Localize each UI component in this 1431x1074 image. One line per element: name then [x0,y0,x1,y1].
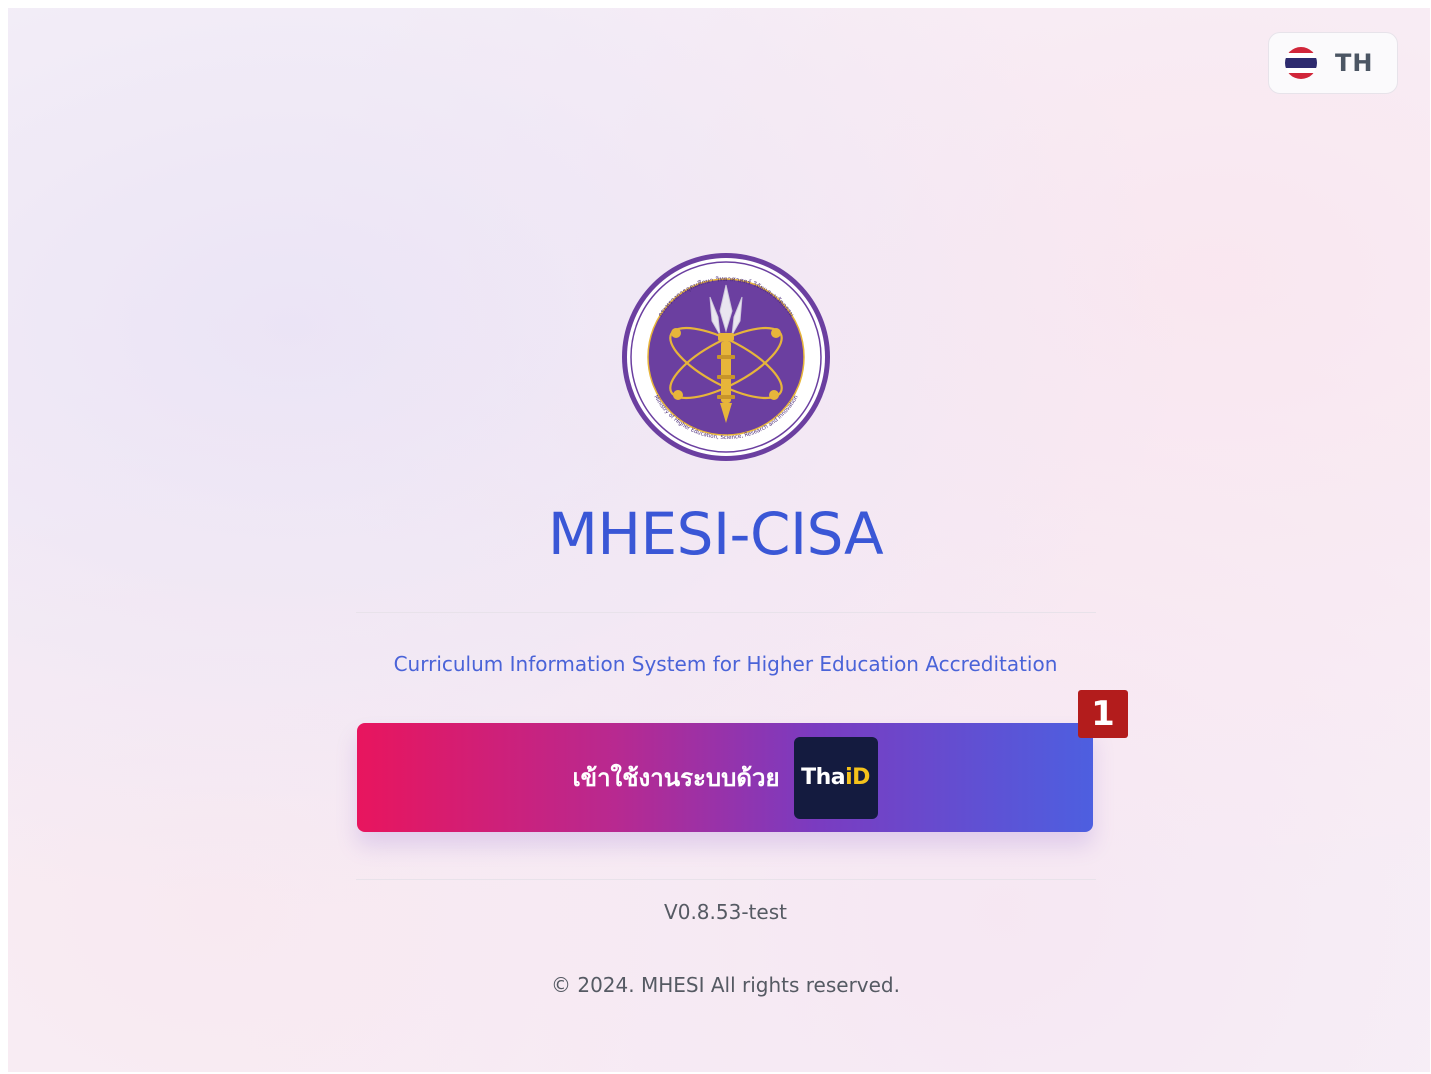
app-title: MHESI-CISA [547,500,884,568]
thai-flag-icon [1285,47,1317,79]
app-subtitle: Curriculum Information System for Higher… [393,652,1058,676]
top-divider [356,612,1096,613]
thaid-logo-id: iD [845,765,870,790]
step-marker-badge: 1 [1078,690,1128,738]
thaid-login-button[interactable]: เข้าใช้งานระบบด้วย Tha iD [357,723,1093,832]
login-button-label: เข้าใช้งานระบบด้วย [572,764,780,792]
thaid-logo-icon: Tha iD [793,736,878,819]
language-label: TH [1335,49,1374,77]
thaid-logo-tha: Tha [801,765,846,790]
language-switcher[interactable]: TH [1268,32,1398,94]
bottom-divider [356,879,1096,880]
version-label: V0.8.53-test [664,900,787,924]
copyright-text: © 2024. MHESI All rights reserved. [550,973,900,997]
mhesi-seal-logo: กระทรวงการอุดมศึกษา วิทยาศาสตร์ วิจัยและ… [622,253,830,461]
